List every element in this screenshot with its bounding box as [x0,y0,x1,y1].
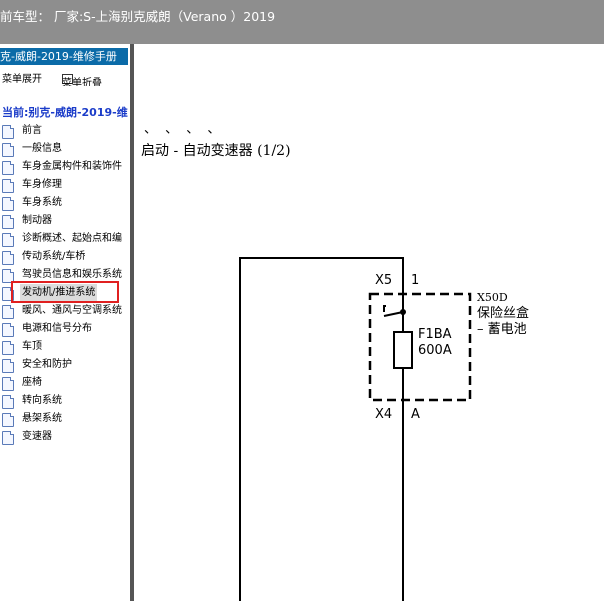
document-icon [2,413,14,427]
tree-item[interactable]: 传动系统/车桥 [0,248,130,266]
document-icon [2,341,14,355]
tree-toolbar: 菜单展开 菜单折叠 [0,66,130,86]
box-name-label: 保险丝盒 [477,305,529,321]
tree-item-label: 诊断概述、起始点和编 [22,233,122,244]
tree-item-label: 座椅 [22,377,42,388]
content-pane: 、 、 、 、 启动 - 自动变速器 (1/2) X5 1 F1BA 600A … [134,44,604,601]
tree-item-label: 传动系统/车桥 [22,251,86,262]
tree-item[interactable]: 暖风、通风与空调系统 [0,302,130,320]
box-id-label: X50D [477,291,508,304]
tree-item-label: 车身金属构件和装饰件 [22,161,122,172]
tree-item[interactable]: 诊断概述、起始点和编 [0,230,130,248]
tree-item[interactable]: 前言 [0,122,130,140]
connector-top-label: X5 [375,273,392,288]
tree-item[interactable]: 电源和信号分布 [0,320,130,338]
tree-item-label: 变速器 [22,431,52,442]
document-icon [2,431,14,445]
tree-item-label: 安全和防护 [22,359,72,370]
expand-menu-button[interactable]: 菜单展开 [2,70,42,85]
tree-item[interactable]: 制动器 [0,212,130,230]
document-icon [2,233,14,247]
document-icon [2,251,14,265]
document-icon [2,359,14,373]
splice-dot [400,309,406,315]
connector-bottom-label: X4 [375,407,392,422]
title-bar: 前车型： 厂家:S-上海别克威朗（Verano ）2019 [0,0,604,44]
document-icon [2,377,14,391]
wiring-diagram: X5 1 F1BA 600A X50D 保险丝盒 – 蓄电池 X4 A [239,257,529,601]
tree-item-label: 车身系统 [22,197,62,208]
box-sub-label: – 蓄电池 [477,322,527,337]
tree-item[interactable]: 变速器 [0,428,130,446]
connector-hook [383,305,386,312]
tree-item[interactable]: 车身金属构件和装饰件 [0,158,130,176]
fuse-rating-label: 600A [418,343,452,358]
tree-item-label: 暖风、通风与空调系统 [22,305,122,316]
tree-item-label: 转向系统 [22,395,62,406]
tree-item[interactable]: 一般信息 [0,140,130,158]
tree-item[interactable]: 座椅 [0,374,130,392]
sidebar: 克-威朗-2019-维修手册 菜单展开 菜单折叠 当前:别克-威朗-2019-维… [0,44,130,601]
current-location: 当前:别克-威朗-2019-维 [2,106,128,119]
tree-item-label: 悬架系统 [22,413,62,424]
tree-item[interactable]: 车身修理 [0,176,130,194]
tree-item[interactable]: 车顶 [0,338,130,356]
document-icon [2,197,14,211]
document-icon [2,215,14,229]
tree-item[interactable]: 车身系统 [0,194,130,212]
document-icon [2,161,14,175]
tree-item-label: 前言 [22,125,42,136]
circuit-wire [239,257,404,601]
tree-item-label: 电源和信号分布 [22,323,92,334]
tree-item-label: 车顶 [22,341,42,352]
collapse-menu-label: 菜单折叠 [62,78,102,86]
document-icon [2,143,14,157]
pin-top-label: 1 [411,273,419,288]
tree-item-label: 制动器 [22,215,52,226]
document-icon [2,395,14,409]
tree-item-label: 车身修理 [22,179,62,190]
selection-highlight [11,281,119,303]
tree-item-label: 一般信息 [22,143,62,154]
fuse-element [393,331,413,369]
tree-item[interactable]: 安全和防护 [0,356,130,374]
tree-item[interactable]: 转向系统 [0,392,130,410]
manual-title: 克-威朗-2019-维修手册 [0,48,128,65]
fuse-id-label: F1BA [418,327,452,342]
document-icon [2,323,14,337]
pin-bottom-label: A [411,407,420,422]
document-icon [2,179,14,193]
vehicle-title: 前车型： 厂家:S-上海别克威朗（Verano ）2019 [0,9,276,24]
tree-item[interactable]: 悬架系统 [0,410,130,428]
document-icon [2,305,14,319]
document-icon [2,125,14,139]
